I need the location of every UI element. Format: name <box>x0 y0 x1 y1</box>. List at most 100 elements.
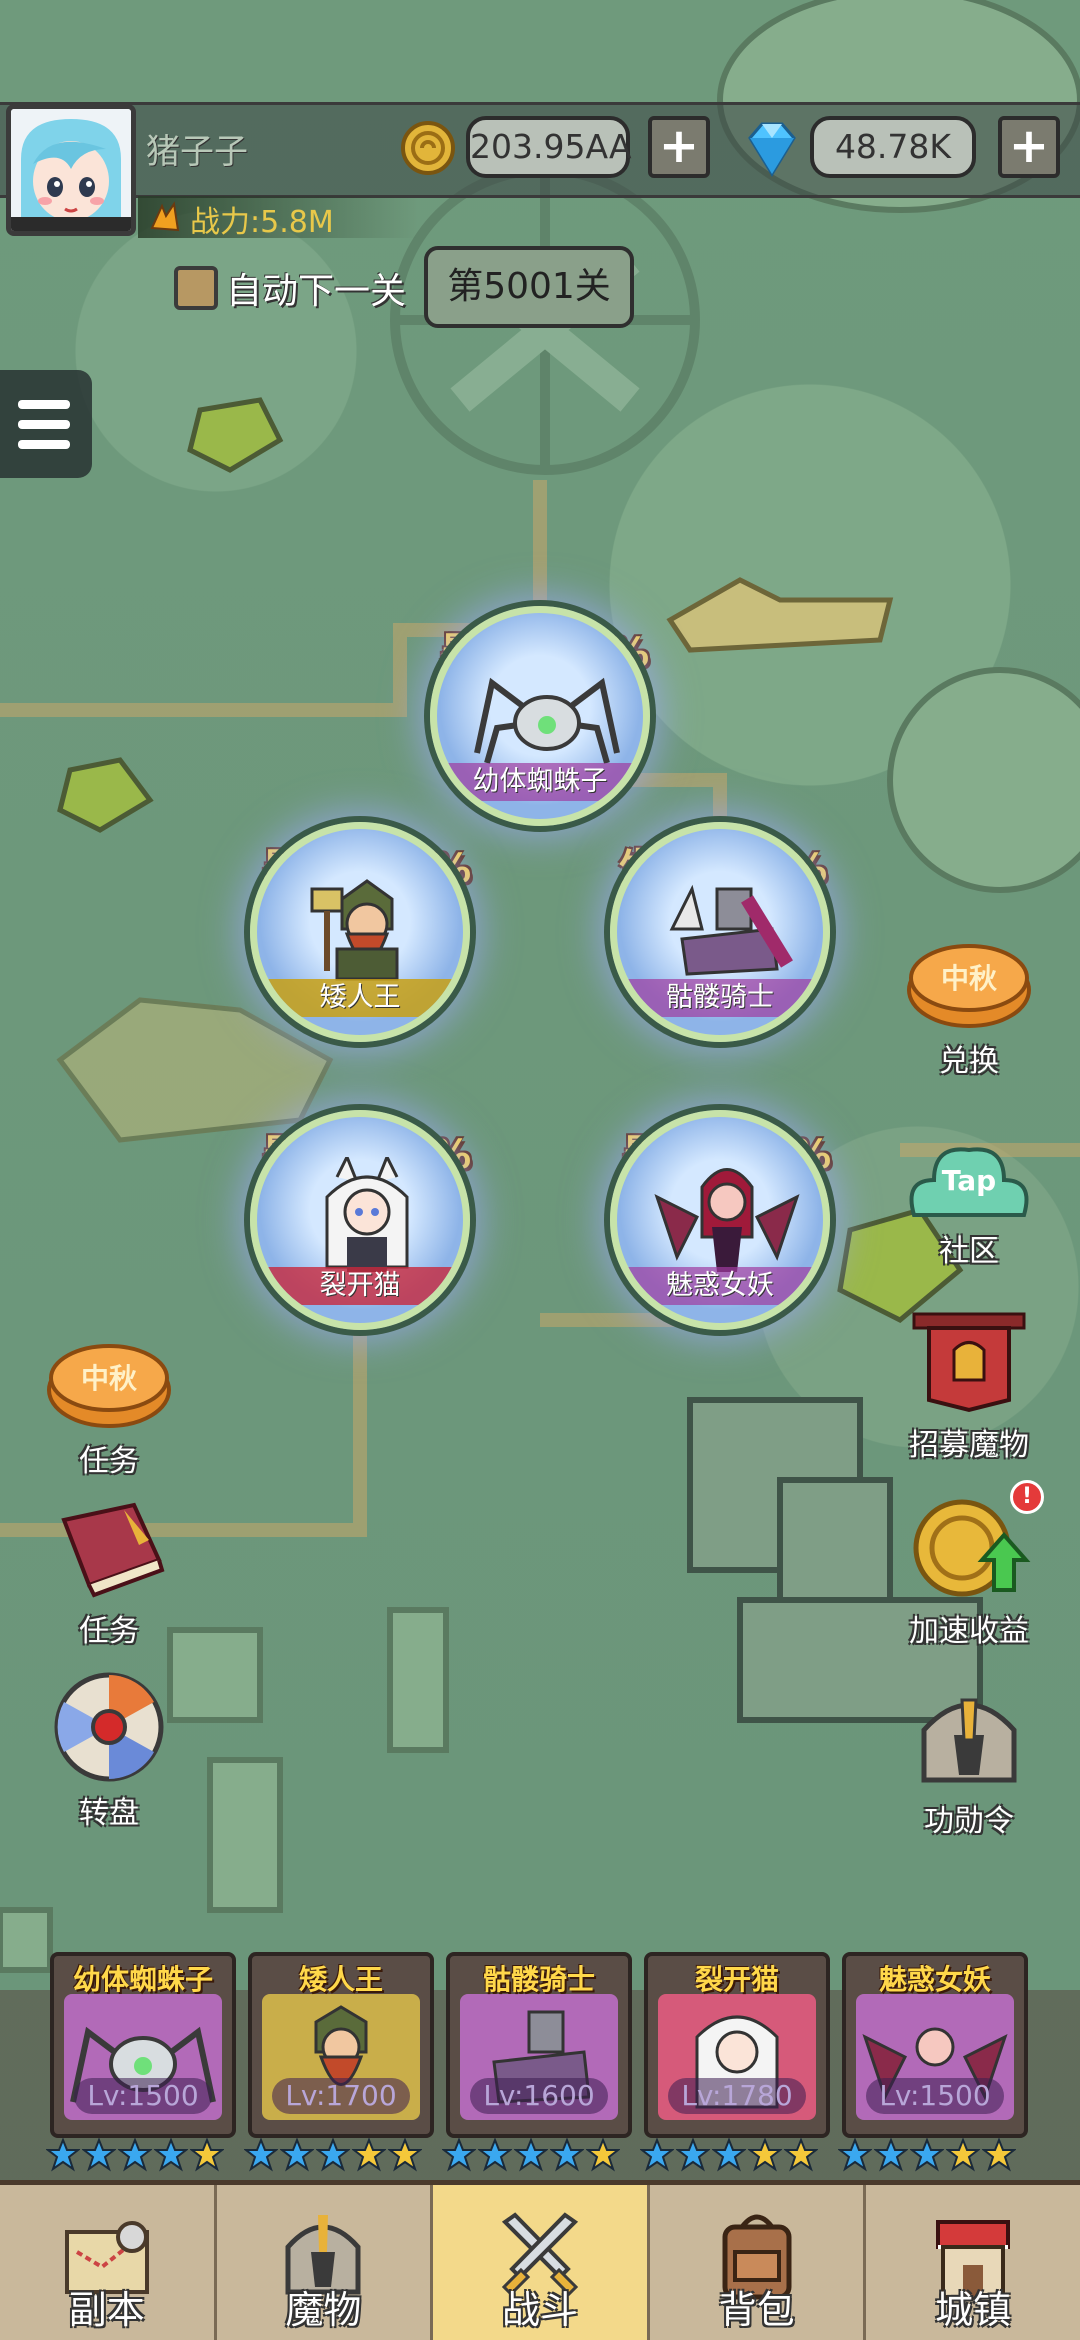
team-level: Lv:1500 <box>866 2078 1004 2114</box>
alert-badge: ! <box>1010 1480 1044 1514</box>
blue-star-icon <box>712 2138 746 2172</box>
exchange-button[interactable]: 中秋 兑换 <box>894 930 1044 1080</box>
stage-indicator[interactable]: 第5001关 <box>424 246 634 328</box>
player-avatar[interactable] <box>6 104 136 236</box>
nav-label: 副本 <box>68 2288 145 2332</box>
blue-star-icon <box>46 2138 80 2172</box>
gold-star-icon <box>190 2138 224 2172</box>
boost-income-button[interactable]: 加速收益 ! <box>894 1480 1044 1650</box>
auto-next-checkbox[interactable] <box>174 266 218 310</box>
formation-name: 矮人王 <box>257 979 463 1017</box>
mooncake-text: 中秋 <box>81 1362 138 1395</box>
blue-star-icon <box>118 2138 152 2172</box>
nav-dungeon[interactable]: 副本 <box>0 2185 217 2340</box>
side-label: 任务 <box>79 1614 139 1649</box>
nav-label: 城镇 <box>935 2288 1012 2332</box>
team-level: Lv:1780 <box>668 2078 806 2114</box>
side-label: 兑换 <box>939 1044 999 1079</box>
blue-star-icon <box>910 2138 944 2172</box>
combat-power: 战力:5.8M <box>190 205 334 240</box>
formation-slot-dwarf-king[interactable]: 矮人王 <box>250 822 470 1042</box>
team-name: 矮人王 <box>298 1963 383 1996</box>
team-card-dwarf-king[interactable]: 矮人王 Lv:1700 <box>248 1952 434 2138</box>
mooncake-icon: 中秋 <box>907 944 1031 1028</box>
gold-star-icon <box>586 2138 620 2172</box>
quest-book-icon <box>61 1502 165 1598</box>
player-name: 猪子子 <box>146 132 248 172</box>
star-row <box>640 2138 818 2176</box>
team-name: 魅惑女妖 <box>878 1963 991 1996</box>
mid-autumn-task-button[interactable]: 中秋 任务 <box>34 1330 184 1480</box>
blue-star-icon <box>478 2138 512 2172</box>
formation-slot-split-cat[interactable]: 裂开猫 <box>250 1110 470 1330</box>
side-label: 功勋令 <box>924 1804 1014 1839</box>
gold-star-icon <box>748 2138 782 2172</box>
merit-order-button[interactable]: 功勋令 <box>894 1690 1044 1840</box>
blue-star-icon <box>640 2138 674 2172</box>
team-card-skeleton-knight[interactable]: 骷髅骑士 Lv:1600 <box>446 1952 632 2138</box>
gold-star-icon <box>388 2138 422 2172</box>
auto-next-toggle[interactable]: 自动下一关 <box>174 262 406 314</box>
taptap-text: Tap <box>942 1164 996 1197</box>
star-row <box>838 2138 1016 2176</box>
formation-slot-spider[interactable]: 幼体蜘蛛子 <box>430 606 650 826</box>
nav-monsters[interactable]: 魔物 <box>217 2185 434 2340</box>
gold-amount: 203.95AA <box>466 116 632 178</box>
blue-star-icon <box>676 2138 710 2172</box>
menu-line <box>18 400 70 409</box>
nav-town[interactable]: 城镇 <box>866 2185 1080 2340</box>
team-card-spider[interactable]: 幼体蜘蛛子 Lv:1500 <box>50 1952 236 2138</box>
team-name: 骷髅骑士 <box>482 1963 595 1996</box>
blue-star-icon <box>874 2138 908 2172</box>
dwarf-king-icon <box>310 879 399 981</box>
formation-slot-skeleton-knight[interactable]: 骷髅骑士 <box>610 822 830 1042</box>
gold-coin-icon <box>401 121 455 175</box>
formation-name: 魅惑女妖 <box>617 1267 823 1305</box>
nav-backpack[interactable]: 背包 <box>650 2185 867 2340</box>
nav-label: 战斗 <box>501 2288 578 2332</box>
blue-star-icon <box>154 2138 188 2172</box>
avatar-portrait-icon <box>11 109 131 231</box>
blue-star-icon <box>442 2138 476 2172</box>
side-label: 社区 <box>939 1234 999 1269</box>
team-name: 幼体蜘蛛子 <box>72 1963 213 1996</box>
wheel-button[interactable]: 转盘 <box>34 1672 184 1832</box>
spider-monster-icon <box>474 677 620 764</box>
side-label: 招募魔物 <box>909 1428 1029 1463</box>
blue-star-icon <box>514 2138 548 2172</box>
wheel-icon <box>54 1672 164 1782</box>
team-card-succubus[interactable]: 魅惑女妖 Lv:1500 <box>842 1952 1028 2138</box>
team-level: Lv:1600 <box>470 2078 608 2114</box>
menu-button[interactable] <box>0 370 92 478</box>
team-name: 裂开猫 <box>694 1963 779 1996</box>
star-row <box>244 2138 422 2176</box>
add-gold-button[interactable]: + <box>648 116 710 178</box>
gold-star-icon <box>946 2138 980 2172</box>
blue-star-icon <box>838 2138 872 2172</box>
blue-star-icon <box>280 2138 314 2172</box>
menu-line <box>18 420 70 429</box>
add-gems-button[interactable]: + <box>998 116 1060 178</box>
formation-name: 幼体蜘蛛子 <box>437 763 643 801</box>
nav-label: 背包 <box>718 2288 795 2332</box>
nav-battle[interactable]: 战斗 <box>433 2185 650 2340</box>
diamond-icon <box>748 122 796 177</box>
gold-star-icon <box>352 2138 386 2172</box>
banner-icon <box>912 1312 1026 1413</box>
taptap-icon: Tap <box>909 1147 1029 1217</box>
recruit-monster-button[interactable]: 招募魔物 <box>894 1310 1044 1464</box>
nav-label: 魔物 <box>285 2288 362 2332</box>
star-row <box>46 2138 224 2176</box>
mooncake-icon: 中秋 <box>47 1344 171 1428</box>
community-button[interactable]: Tap 社区 <box>894 1130 1044 1270</box>
team-card-split-cat[interactable]: 裂开猫 Lv:1780 <box>644 1952 830 2138</box>
formation-slot-succubus[interactable]: 魅惑女妖 <box>610 1110 830 1330</box>
task-book-button[interactable]: 任务 <box>34 1500 184 1650</box>
mooncake-text: 中秋 <box>941 962 998 995</box>
gold-star-icon <box>982 2138 1016 2172</box>
gold-star-icon <box>784 2138 818 2172</box>
side-label: 转盘 <box>79 1796 139 1831</box>
split-cat-icon <box>325 1157 409 1272</box>
formation-name: 骷髅骑士 <box>617 979 823 1017</box>
blue-star-icon <box>316 2138 350 2172</box>
